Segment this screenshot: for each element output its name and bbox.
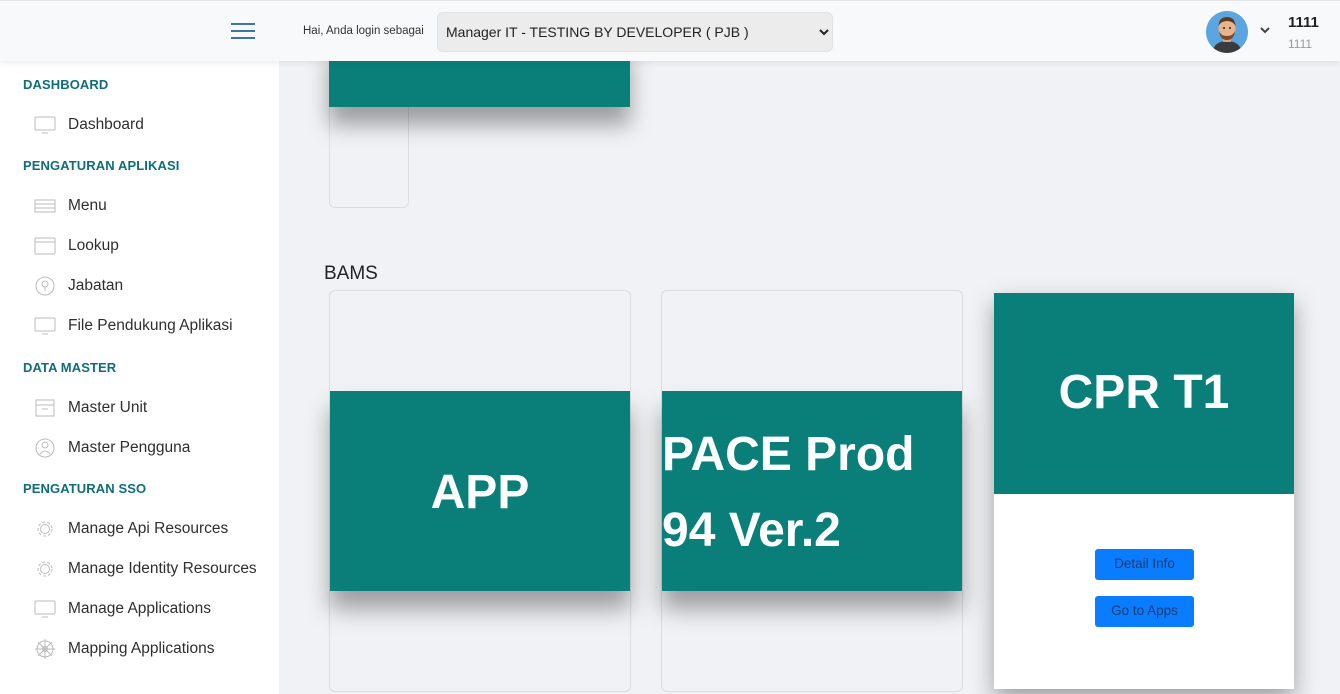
app-card-cpr-t1[interactable]: CPR T1 Detail Info Go to Apps [994,293,1294,689]
gear-icon [37,521,53,537]
sidebar-section-dashboard: DASHBOARD [23,77,109,92]
sidebar-item-mapping-applications[interactable]: Mapping Applications [0,632,279,666]
sidebar-section-pengaturan-sso: PENGATURAN SSO [23,481,147,496]
folder-icon [34,237,56,255]
app-card-title-line1: PACE Prod [662,428,915,481]
sidebar-item-label: Lookup [68,237,119,254]
user-id: 1111 [1288,37,1313,51]
role-select[interactable]: Manager IT - TESTING BY DEVELOPER ( PJB … [437,12,833,52]
sidebar-item-label: Menu [68,197,107,214]
sidebar-item-label: File Pendukung Aplikasi [68,317,233,334]
sidebar-item-jabatan[interactable]: Jabatan [0,269,279,303]
sidebar-item-menu[interactable]: Menu [0,189,279,223]
chevron-down-icon[interactable] [1258,23,1272,37]
sidebar-item-label: Manage Applications [68,600,212,617]
app-card-title: CPR T1 [1058,366,1230,419]
main-content: BAMS APP PACE Prod 94 Ver.2 CPR T1 Detai… [279,61,1340,694]
monitor-icon [34,317,56,335]
wheel-icon [35,639,55,659]
app-card-pace-banner: PACE Prod 94 Ver.2 [662,391,962,591]
menu-lines-icon [34,199,56,213]
top-navbar: Hai, Anda login sebagai Manager IT - TES… [0,0,1340,61]
user-icon [35,438,55,458]
sidebar-item-label: Dashboard [68,116,144,133]
sidebar-section-pengaturan-aplikasi: PENGATURAN APLIKASI [23,158,180,173]
hamburger-menu-icon[interactable] [231,23,255,39]
badge-icon [35,276,55,296]
sidebar-item-manage-applications[interactable]: Manage Applications [0,592,279,626]
sidebar-item-label: Master Pengguna [68,439,191,456]
archive-icon [35,399,55,417]
sidebar: DASHBOARD Dashboard PENGATURAN APLIKASI … [0,61,279,694]
detail-info-button[interactable]: Detail Info [1095,549,1194,580]
sidebar-item-label: Mapping Applications [68,640,215,657]
sidebar-item-label: Jabatan [68,277,124,294]
avatar[interactable] [1206,11,1248,53]
go-to-apps-button[interactable]: Go to Apps [1095,596,1194,627]
sidebar-section-data-master: DATA MASTER [23,360,117,375]
monitor-icon [34,116,56,134]
sidebar-item-label: Manage Api Resources [68,520,229,537]
sidebar-item-lookup[interactable]: Lookup [0,229,279,263]
avatar-icon [1206,11,1248,53]
section-label-bams: BAMS [324,263,378,284]
sidebar-item-dashboard[interactable]: Dashboard [0,108,279,142]
sidebar-item-label: Master Unit [68,399,148,416]
gear-icon [37,561,53,577]
user-name: 1111 [1288,14,1319,31]
app-card-title-line2: 94 Ver.2 [662,504,841,557]
sidebar-item-file-pendukung-aplikasi[interactable]: File Pendukung Aplikasi [0,309,279,343]
sidebar-item-manage-api-resources[interactable]: Manage Api Resources [0,512,279,546]
sidebar-item-label: Manage Identity Resources [68,560,257,577]
monitor-icon [34,600,56,618]
sidebar-item-master-pengguna[interactable]: Master Pengguna [0,431,279,465]
app-card-app-banner: APP [330,391,630,591]
app-card-cpr-t1-banner: CPR T1 [994,293,1294,494]
app-card-partial-banner [329,61,630,107]
app-card-title: APP [430,466,530,519]
sidebar-item-manage-identity-resources[interactable]: Manage Identity Resources [0,552,279,586]
sidebar-item-master-unit[interactable]: Master Unit [0,391,279,425]
login-as-label: Hai, Anda login sebagai [303,25,424,37]
